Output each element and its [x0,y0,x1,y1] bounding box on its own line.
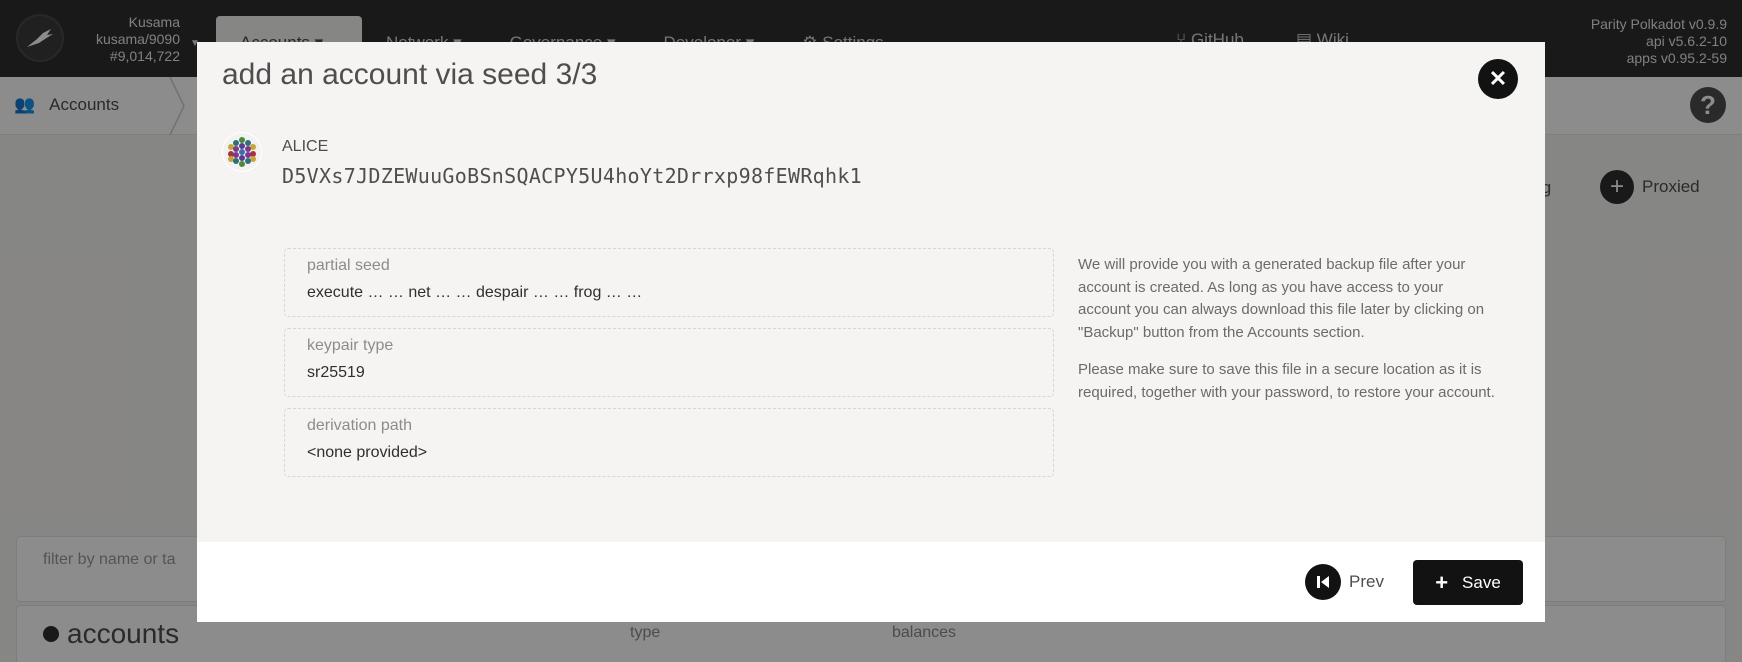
account-name: ALICE [282,138,329,155]
help-paragraph: We will provide you with a generated bac… [1078,256,1485,341]
field-value: <none provided> [307,444,428,461]
modal-footer: Prev + Save [197,542,1545,622]
field-label: derivation path [307,417,412,434]
prev-button[interactable]: Prev [1305,562,1384,602]
keypair-type-field: keypair type sr25519 [284,328,1054,397]
field-value: execute … … net … … despair … … frog … … [307,284,643,301]
step-backward-icon [1305,564,1341,600]
modal-title: add an account via seed 3/3 [222,58,598,91]
backup-help-text: We will provide you with a generated bac… [1078,254,1498,419]
close-icon: ✕ [1488,66,1508,91]
derivation-path-field: derivation path <none provided> [284,408,1054,477]
account-address: D5VXs7JDZEWuuGoBSnSQACPY5U4hoYt2Drrxp98f… [282,164,863,188]
account-identicon-icon[interactable] [222,132,262,172]
field-value: sr25519 [307,364,365,381]
field-label: keypair type [307,337,394,354]
save-button[interactable]: + Save [1413,560,1523,605]
help-paragraph: Please make sure to save this file in a … [1078,361,1495,401]
partial-seed-field: partial seed execute … … net … … despair… [284,248,1054,317]
plus-icon: + [1435,569,1449,595]
add-account-modal: add an account via seed 3/3 ✕ ALICE D5VX… [197,42,1545,622]
field-label: partial seed [307,257,390,274]
close-button[interactable]: ✕ [1478,59,1518,99]
